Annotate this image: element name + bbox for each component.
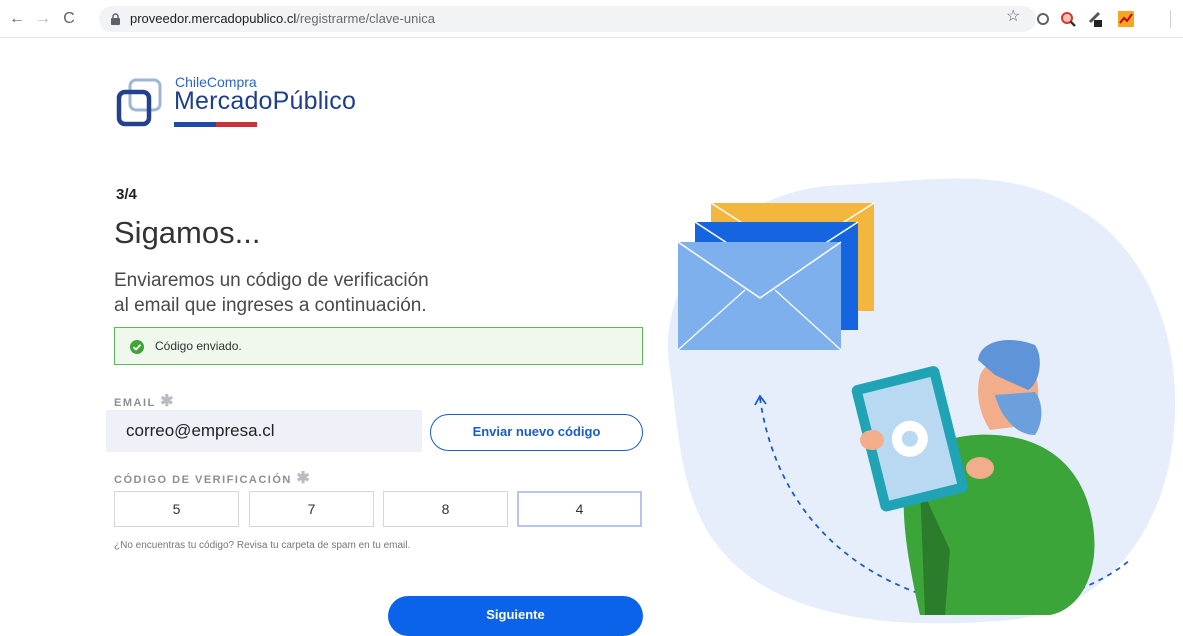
logo-title: MercadoPúblico [174, 87, 357, 115]
code-digit-1[interactable]: 5 [114, 491, 239, 527]
code-digit-4[interactable]: 4 [517, 491, 642, 527]
step-indicator: 3/4 [116, 186, 137, 203]
toolbar-divider [1170, 10, 1171, 28]
url-text: proveedor.mercadopublico.cl/registrarme/… [130, 11, 435, 26]
code-label-text: CÓDIGO DE VERIFICACIÓN [114, 474, 292, 486]
email-label-text: EMAIL [114, 397, 156, 409]
code-label: CÓDIGO DE VERIFICACIÓN ✱ [114, 468, 310, 488]
browser-toolbar: ← → C proveedor.mercadopublico.cl/regist… [0, 0, 1183, 38]
intro-line-1: Enviaremos un código de verificación [114, 270, 429, 291]
extension-circle-icon[interactable] [1034, 10, 1052, 28]
logo[interactable]: ChileCompra MercadoPúblico [116, 72, 376, 132]
url-host: proveedor.mercadopublico.cl [130, 11, 297, 26]
intro-text: Enviaremos un código de verificación al … [114, 268, 534, 318]
logo-flag-red [216, 122, 257, 127]
extension-search-icon[interactable] [1059, 10, 1077, 28]
logo-flag-blue [174, 122, 216, 127]
envelope-light-blue-icon [677, 241, 842, 351]
lock-icon [111, 13, 120, 25]
logo-mark-icon [116, 78, 162, 127]
reload-icon[interactable]: C [58, 8, 80, 30]
alert-message: Código enviado. [155, 339, 242, 353]
required-asterisk-icon: ✱ [160, 393, 174, 410]
page-title: Sigamos... [114, 215, 261, 250]
intro-line-2: al email que ingreses a continuación. [114, 295, 427, 316]
extension-analytics-icon[interactable] [1117, 10, 1135, 28]
bookmark-star-icon[interactable]: ☆ [1006, 6, 1020, 26]
url-path: /registrarme/clave-unica [296, 11, 435, 26]
required-asterisk-icon: ✱ [296, 470, 310, 487]
spam-hint: ¿No encuentras tu código? Revisa tu carp… [114, 540, 411, 551]
email-label: EMAIL ✱ [114, 391, 174, 411]
code-digit-2[interactable]: 7 [249, 491, 374, 527]
extension-eyedropper-icon[interactable] [1086, 10, 1104, 28]
email-field[interactable] [106, 410, 422, 452]
next-button[interactable]: Siguiente [388, 596, 643, 636]
back-arrow-icon[interactable]: ← [6, 8, 28, 30]
code-digit-3[interactable]: 8 [383, 491, 508, 527]
resend-code-button[interactable]: Enviar nuevo código [430, 414, 643, 451]
address-bar[interactable]: proveedor.mercadopublico.cl/registrarme/… [99, 6, 1036, 32]
success-alert: Código enviado. [114, 327, 643, 365]
illustration-envelopes-person [667, 178, 1176, 624]
forward-arrow-icon[interactable]: → [32, 8, 54, 30]
check-circle-icon [130, 340, 144, 354]
